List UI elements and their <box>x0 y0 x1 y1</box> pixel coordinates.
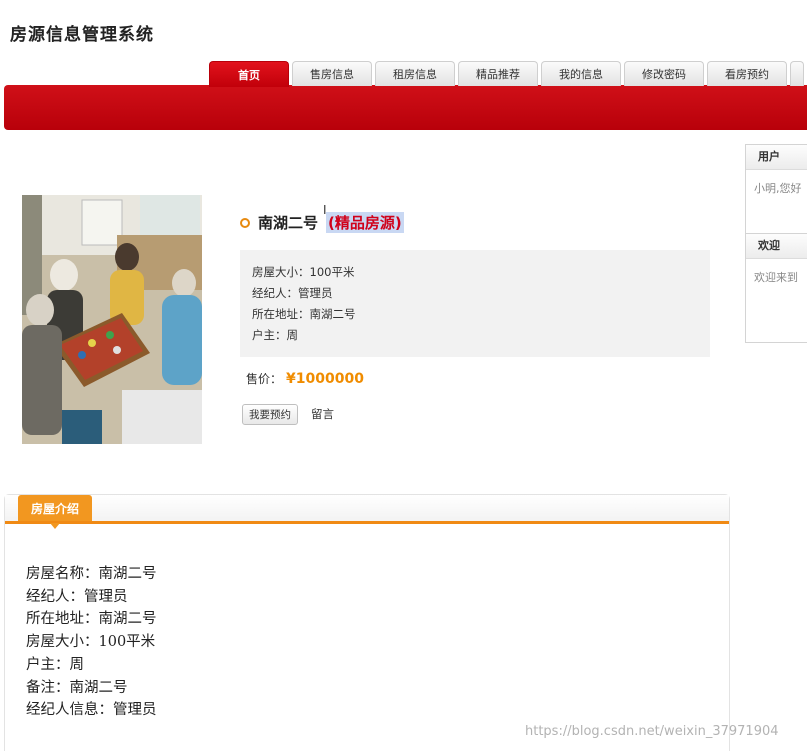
tab-sale-info[interactable]: 售房信息 <box>292 61 372 86</box>
nav-tabs: 首页 售房信息 租房信息 精品推荐 我的信息 修改密码 看房预约 <box>209 61 804 87</box>
tab-change-password[interactable]: 修改密码 <box>624 61 704 86</box>
tab-overflow[interactable] <box>790 61 804 86</box>
house-title: 南湖二号 (精品房源) <box>240 212 404 233</box>
tab-my-info[interactable]: 我的信息 <box>541 61 621 86</box>
intro-line: 经纪人信息：管理员 <box>26 702 157 719</box>
welcome-panel: 欢迎 欢迎来到 <box>745 233 807 343</box>
user-greeting: 小明,您好 <box>754 182 802 195</box>
house-name: 南湖二号 <box>258 214 319 232</box>
price: 售价： ¥1000000 <box>246 370 364 387</box>
tab-recommended[interactable]: 精品推荐 <box>458 61 538 86</box>
detail-address: 所在地址：南湖二号 <box>252 307 356 321</box>
nav-bar <box>4 85 807 130</box>
tab-viewing-appointment[interactable]: 看房预约 <box>707 61 787 86</box>
price-value: ¥1000000 <box>286 371 364 387</box>
intro-line: 所在地址：南湖二号 <box>26 611 157 628</box>
bullet-circle-icon <box>240 217 250 228</box>
welcome-text: 欢迎来到 <box>754 271 798 284</box>
intro-line: 备注：南湖二号 <box>26 679 128 696</box>
intro-panel: 房屋介绍 房屋名称：南湖二号 经纪人：管理员 所在地址：南湖二号 房屋大小：10… <box>4 494 730 751</box>
intro-line: 房屋名称：南湖二号 <box>26 566 157 582</box>
user-panel: 用户 小明,您好 <box>745 144 807 234</box>
user-panel-title: 用户 <box>746 145 807 170</box>
house-photo-image <box>22 195 202 444</box>
premium-tag: (精品房源) <box>326 212 404 233</box>
watermark: https://blog.csdn.net/weixin_37971904 <box>525 724 779 739</box>
intro-line: 房屋大小：100平米 <box>26 634 156 651</box>
intro-content: 房屋名称：南湖二号 经纪人：管理员 所在地址：南湖二号 房屋大小：100平米 户… <box>26 563 157 722</box>
house-details: 房屋大小：100平米 经纪人：管理员 所在地址：南湖二号 户主：周 <box>240 250 710 357</box>
site-title: 房源信息管理系统 <box>10 25 154 45</box>
detail-owner: 户主：周 <box>252 328 298 342</box>
welcome-panel-title: 欢迎 <box>746 234 807 259</box>
house-photo <box>22 195 202 444</box>
intro-header: 房屋介绍 <box>5 495 729 529</box>
detail-agent: 经纪人：管理员 <box>252 286 333 300</box>
price-label: 售价： <box>246 372 283 386</box>
detail-size: 房屋大小：100平米 <box>252 265 355 279</box>
intro-tab[interactable]: 房屋介绍 <box>18 495 93 529</box>
reserve-button[interactable]: 我要预约 <box>242 404 298 425</box>
intro-line: 户主：周 <box>26 656 84 673</box>
tab-rent-info[interactable]: 租房信息 <box>375 61 455 86</box>
intro-line: 经纪人：管理员 <box>26 588 128 605</box>
tab-home[interactable]: 首页 <box>209 61 289 87</box>
comment-link[interactable]: 留言 <box>311 406 334 422</box>
